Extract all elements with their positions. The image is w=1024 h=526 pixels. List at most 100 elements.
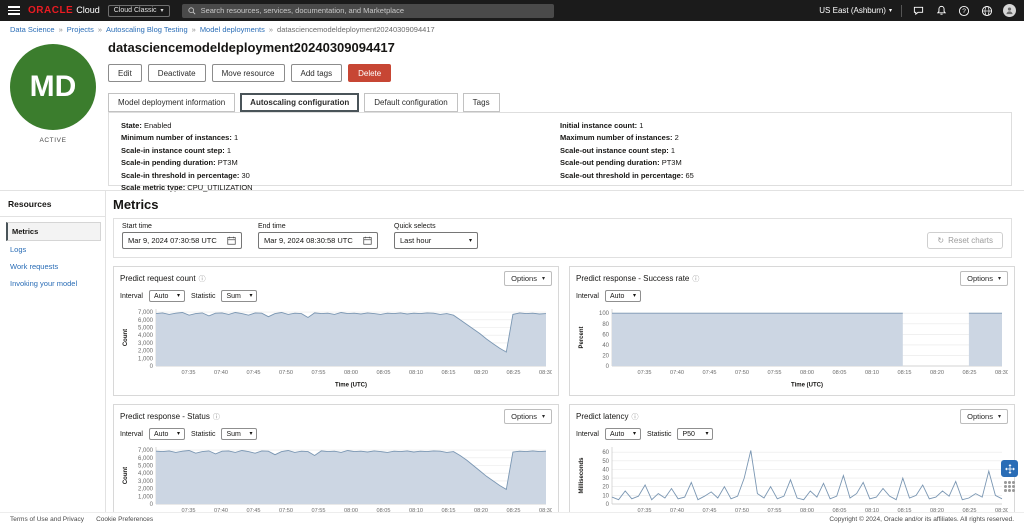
interval-select[interactable]: Auto ▾ xyxy=(148,428,185,440)
svg-text:0: 0 xyxy=(606,502,610,508)
time-controls-panel: Start time Mar 9, 2024 07:30:58 UTC End … xyxy=(113,218,1012,258)
options-label: Options xyxy=(967,412,993,421)
interval-value: Auto xyxy=(153,292,169,300)
breadcrumb-separator: » xyxy=(58,24,63,34)
language-globe-icon[interactable] xyxy=(980,4,994,18)
config-value: Enabled xyxy=(143,121,172,130)
user-profile-icon[interactable] xyxy=(1003,4,1016,17)
quick-selects-dropdown[interactable]: Last hour ▾ xyxy=(394,232,478,249)
drag-grid-icon[interactable] xyxy=(1004,481,1015,492)
svg-text:2,000: 2,000 xyxy=(138,349,154,355)
svg-text:Time (UTC): Time (UTC) xyxy=(791,383,823,389)
search-placeholder: Search resources, services, documentatio… xyxy=(200,6,404,15)
quick-selects-field: Quick selects Last hour ▾ xyxy=(394,223,478,249)
svg-text:08:30: 08:30 xyxy=(995,370,1008,376)
config-label: Maximum number of instances: xyxy=(560,133,673,143)
sidebar-item-invoking-your-model[interactable]: Invoking your model xyxy=(6,275,101,292)
svg-text:Count: Count xyxy=(123,467,129,484)
oci-console-page: ORACLE Cloud Cloud Classic ▾ Search reso… xyxy=(0,0,1024,526)
svg-text:07:45: 07:45 xyxy=(703,370,717,376)
announcements-icon[interactable] xyxy=(911,4,925,18)
end-time-input[interactable]: Mar 9, 2024 08:30:58 UTC xyxy=(258,232,378,249)
config-row-scale-in-step: Scale-in instance count step: 1 xyxy=(121,146,560,155)
tab-model-deployment-information[interactable]: Model deployment information xyxy=(108,93,236,112)
global-search-input[interactable]: Search resources, services, documentatio… xyxy=(181,3,554,18)
interval-select[interactable]: Auto ▾ xyxy=(604,428,641,440)
sidebar-item-work-requests[interactable]: Work requests xyxy=(6,258,101,275)
tab-tags[interactable]: Tags xyxy=(462,93,500,112)
sidebar-item-metrics[interactable]: Metrics xyxy=(6,222,101,241)
delete-button[interactable]: Delete xyxy=(348,64,392,82)
start-time-input[interactable]: Mar 9, 2024 07:30:58 UTC xyxy=(122,232,242,249)
oracle-cloud-logo[interactable]: ORACLE Cloud xyxy=(28,5,100,16)
breadcrumb-data-science[interactable]: Data Science xyxy=(10,25,55,34)
statistic-select[interactable]: P50 ▾ xyxy=(677,428,714,440)
help-icon[interactable]: ? xyxy=(957,4,971,18)
breadcrumb-model-deployments[interactable]: Model deployments xyxy=(200,25,265,34)
accessibility-widget-button[interactable] xyxy=(1001,460,1018,477)
svg-text:08:25: 08:25 xyxy=(507,370,521,376)
chart-options-button[interactable]: Options ▾ xyxy=(960,409,1008,424)
calendar-icon[interactable] xyxy=(227,236,236,245)
statistic-value: P50 xyxy=(682,430,695,438)
svg-text:40: 40 xyxy=(602,468,609,474)
edit-button[interactable]: Edit xyxy=(108,64,142,82)
move-resource-button[interactable]: Move resource xyxy=(211,64,285,82)
region-selector[interactable]: US East (Ashburn) ▾ xyxy=(819,6,892,15)
interval-label: Interval xyxy=(120,430,143,438)
svg-text:Time (UTC): Time (UTC) xyxy=(335,383,367,389)
brand-oracle: ORACLE xyxy=(28,5,74,16)
action-buttons-row: Edit Deactivate Move resource Add tags D… xyxy=(108,64,1012,82)
interval-select[interactable]: Auto ▾ xyxy=(148,290,185,302)
chart-controls: Interval Auto ▾ xyxy=(576,290,1008,302)
statistic-label: Statistic xyxy=(190,292,216,300)
breadcrumb-project-name[interactable]: Autoscaling Blog Testing xyxy=(106,25,188,34)
config-left-column: State: Enabled Minimum number of instanc… xyxy=(121,121,560,192)
resources-title: Resources xyxy=(8,199,52,209)
config-label: Minimum number of instances: xyxy=(121,133,232,143)
start-time-field: Start time Mar 9, 2024 07:30:58 UTC xyxy=(122,223,242,249)
config-label: Scale-in instance count step: xyxy=(121,145,225,155)
breadcrumb-projects[interactable]: Projects xyxy=(67,25,94,34)
end-time-field: End time Mar 9, 2024 08:30:58 UTC xyxy=(258,223,378,249)
cookie-preferences-link[interactable]: Cookie Preferences xyxy=(96,516,153,523)
chart-options-button[interactable]: Options ▾ xyxy=(504,271,552,286)
chevron-down-icon: ▾ xyxy=(249,293,253,299)
svg-text:07:55: 07:55 xyxy=(312,370,326,376)
tab-default-configuration[interactable]: Default configuration xyxy=(364,93,458,112)
chart-options-button[interactable]: Options ▾ xyxy=(504,409,552,424)
interval-select[interactable]: Auto ▾ xyxy=(604,290,641,302)
tab-autoscaling-configuration[interactable]: Autoscaling configuration xyxy=(240,93,360,112)
svg-text:?: ? xyxy=(962,8,966,15)
svg-text:60: 60 xyxy=(602,450,609,456)
breadcrumb-current: datasciencemodeldeployment20240309094417 xyxy=(277,24,435,34)
svg-text:08:00: 08:00 xyxy=(800,370,814,376)
statistic-select[interactable]: Sum ▾ xyxy=(221,290,258,302)
chevron-down-icon: ▾ xyxy=(468,237,472,244)
chart-options-button[interactable]: Options ▾ xyxy=(960,271,1008,286)
reset-charts-button[interactable]: ↻ Reset charts xyxy=(927,232,1003,249)
config-label: Scale-out threshold in percentage: xyxy=(560,170,684,180)
calendar-icon[interactable] xyxy=(363,236,372,245)
metrics-section: Metrics Start time Mar 9, 2024 07:30:58 … xyxy=(107,191,1024,512)
brand-cloud: Cloud xyxy=(76,5,100,15)
cloud-classic-label: Cloud Classic xyxy=(113,7,157,14)
deactivate-button[interactable]: Deactivate xyxy=(147,64,206,82)
config-value: 30 xyxy=(241,170,250,180)
svg-text:Percent: Percent xyxy=(579,326,585,348)
add-tags-button[interactable]: Add tags xyxy=(290,64,343,82)
svg-text:4,000: 4,000 xyxy=(138,333,154,339)
autoscaling-configuration-panel: State: Enabled Minimum number of instanc… xyxy=(108,112,1012,192)
statistic-select[interactable]: Sum ▾ xyxy=(221,428,258,440)
config-value: PT3M xyxy=(217,158,238,168)
status-badge: ACTIVE xyxy=(39,137,67,144)
notifications-bell-icon[interactable] xyxy=(934,4,948,18)
chart-header: Predict response - Status ⓘ Options ▾ xyxy=(120,409,552,424)
move-arrows-icon xyxy=(1004,463,1015,474)
cloud-classic-button[interactable]: Cloud Classic ▾ xyxy=(107,4,170,17)
hamburger-menu-icon[interactable] xyxy=(8,6,20,15)
config-value: 1 xyxy=(233,133,239,143)
breadcrumb-separator: » xyxy=(191,24,196,34)
terms-link[interactable]: Terms of Use and Privacy xyxy=(10,516,84,523)
sidebar-item-logs[interactable]: Logs xyxy=(6,241,101,258)
